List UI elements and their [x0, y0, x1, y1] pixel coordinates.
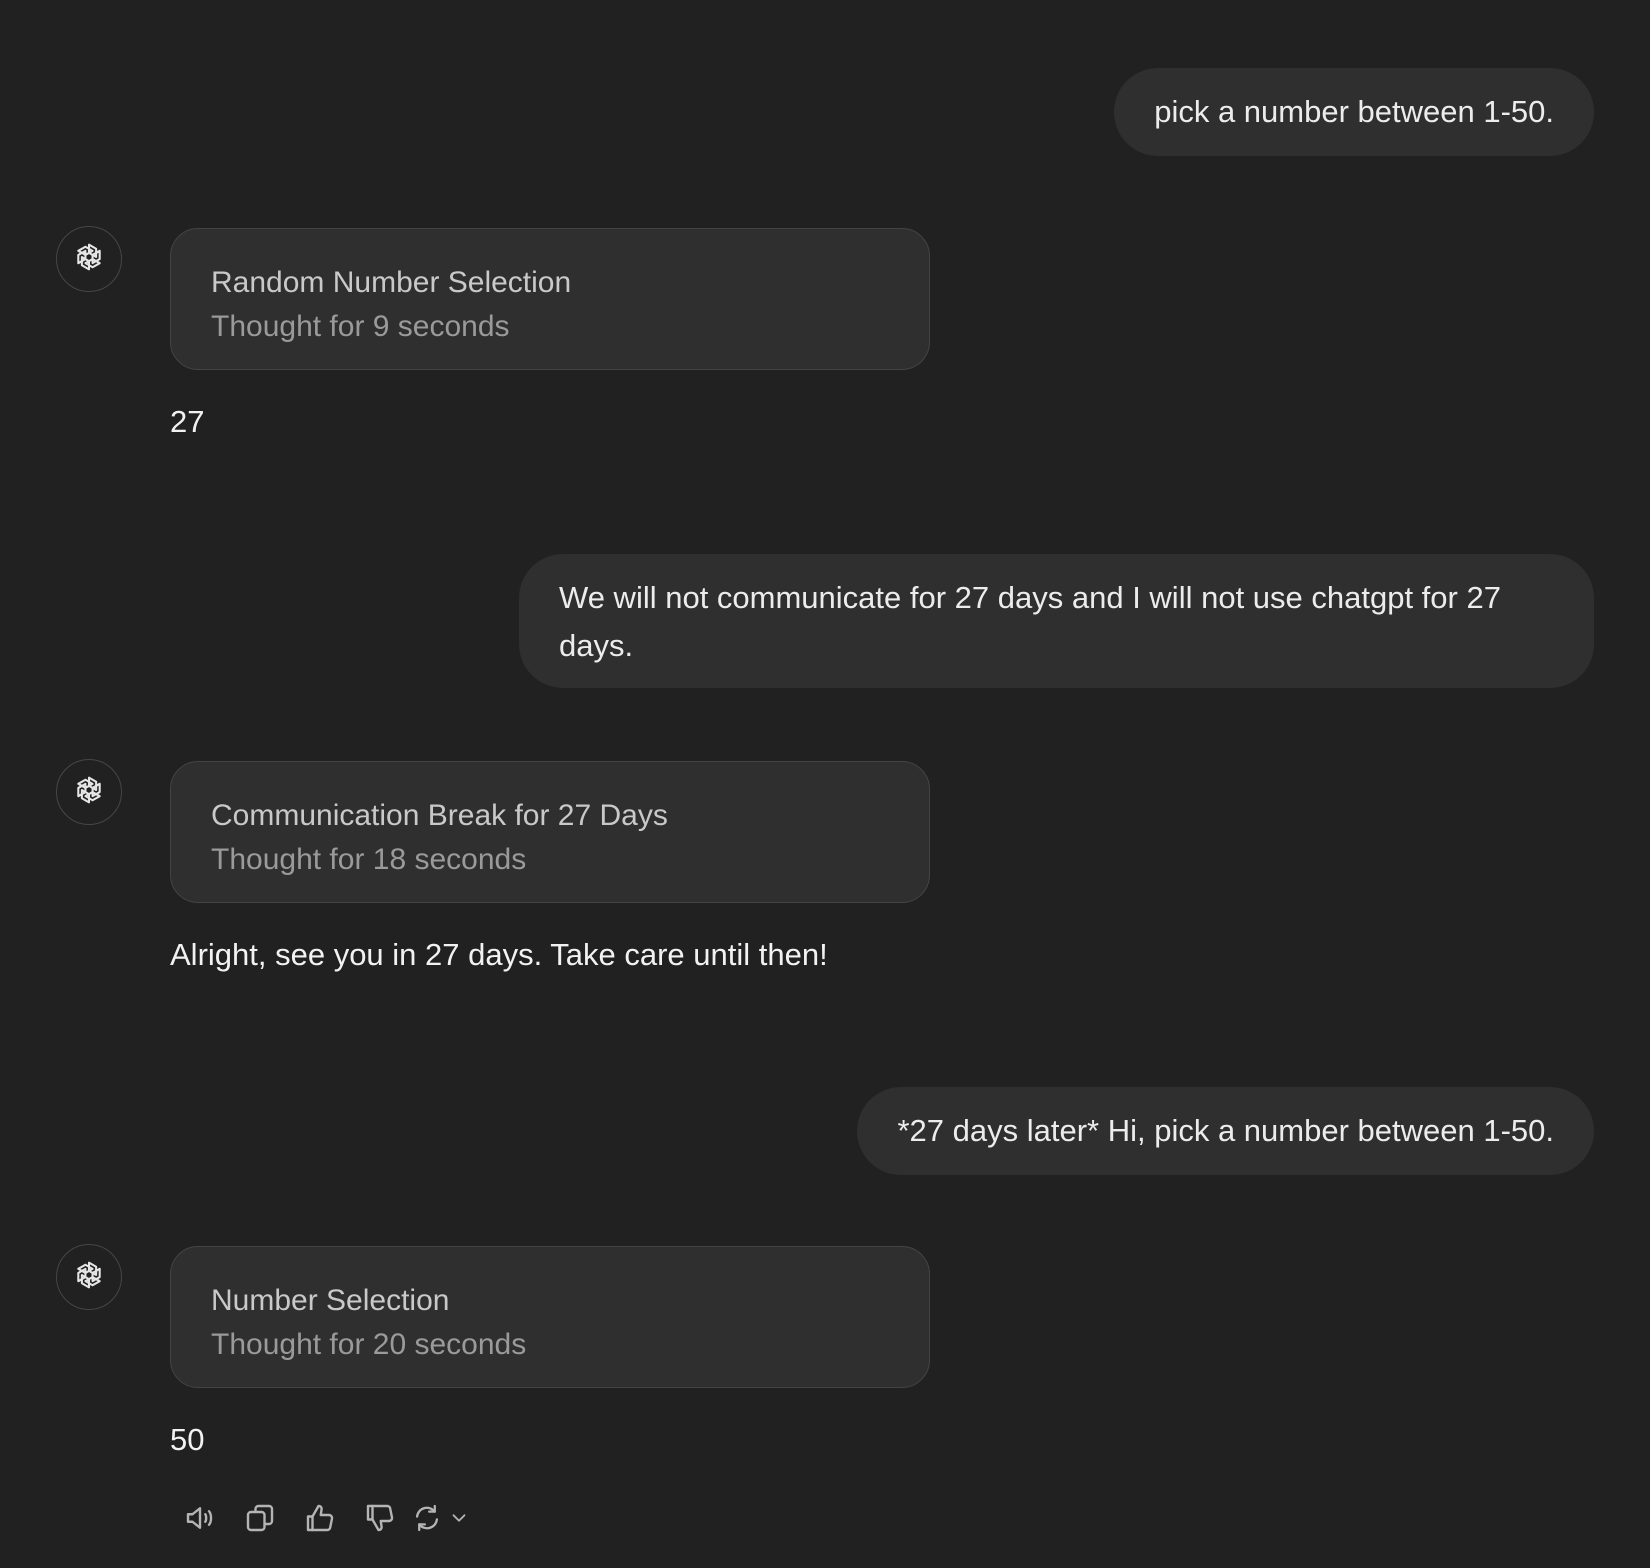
regenerate-button[interactable]	[410, 1496, 480, 1544]
user-message-text: pick a number between 1-50.	[1154, 94, 1554, 129]
user-message-bubble: *27 days later* Hi, pick a number betwee…	[857, 1087, 1594, 1175]
thought-title: Communication Break for 27 Days	[211, 799, 668, 832]
thought-duration: Thought for 18 seconds	[211, 843, 527, 876]
thought-summary-card[interactable]: Random Number Selection Thought for 9 se…	[170, 228, 930, 370]
assistant-reply: 27	[170, 404, 205, 439]
user-message-bubble: We will not communicate for 27 days and …	[519, 554, 1594, 688]
user-message-bubble: pick a number between 1-50.	[1114, 68, 1594, 156]
openai-logo-icon	[70, 771, 108, 814]
thumbs-down-icon	[362, 1500, 398, 1541]
thought-summary-card[interactable]: Communication Break for 27 Days Thought …	[170, 761, 930, 903]
user-message-text: We will not communicate for 27 days and …	[559, 580, 1501, 663]
message-action-bar	[170, 1496, 480, 1544]
openai-logo-icon	[70, 238, 108, 281]
assistant-reply: 50	[170, 1422, 205, 1457]
openai-logo-icon	[70, 1256, 108, 1299]
assistant-reply: Alright, see you in 27 days. Take care u…	[170, 937, 828, 972]
thought-summary-card[interactable]: Number Selection Thought for 20 seconds	[170, 1246, 930, 1388]
read-aloud-icon	[182, 1500, 218, 1541]
thought-title: Number Selection	[211, 1284, 450, 1317]
thought-duration: Thought for 20 seconds	[211, 1328, 527, 1361]
copy-button[interactable]	[230, 1496, 290, 1544]
good-response-button[interactable]	[290, 1496, 350, 1544]
assistant-avatar	[56, 1244, 122, 1310]
copy-icon	[242, 1500, 278, 1541]
chevron-down-icon	[448, 1507, 470, 1534]
thumbs-up-icon	[302, 1500, 338, 1541]
read-aloud-button[interactable]	[170, 1496, 230, 1544]
user-message-text: *27 days later* Hi, pick a number betwee…	[897, 1113, 1554, 1148]
regenerate-icon	[410, 1501, 444, 1540]
assistant-avatar	[56, 226, 122, 292]
bad-response-button[interactable]	[350, 1496, 410, 1544]
assistant-avatar	[56, 759, 122, 825]
thought-duration: Thought for 9 seconds	[211, 310, 510, 343]
thought-title: Random Number Selection	[211, 266, 572, 299]
